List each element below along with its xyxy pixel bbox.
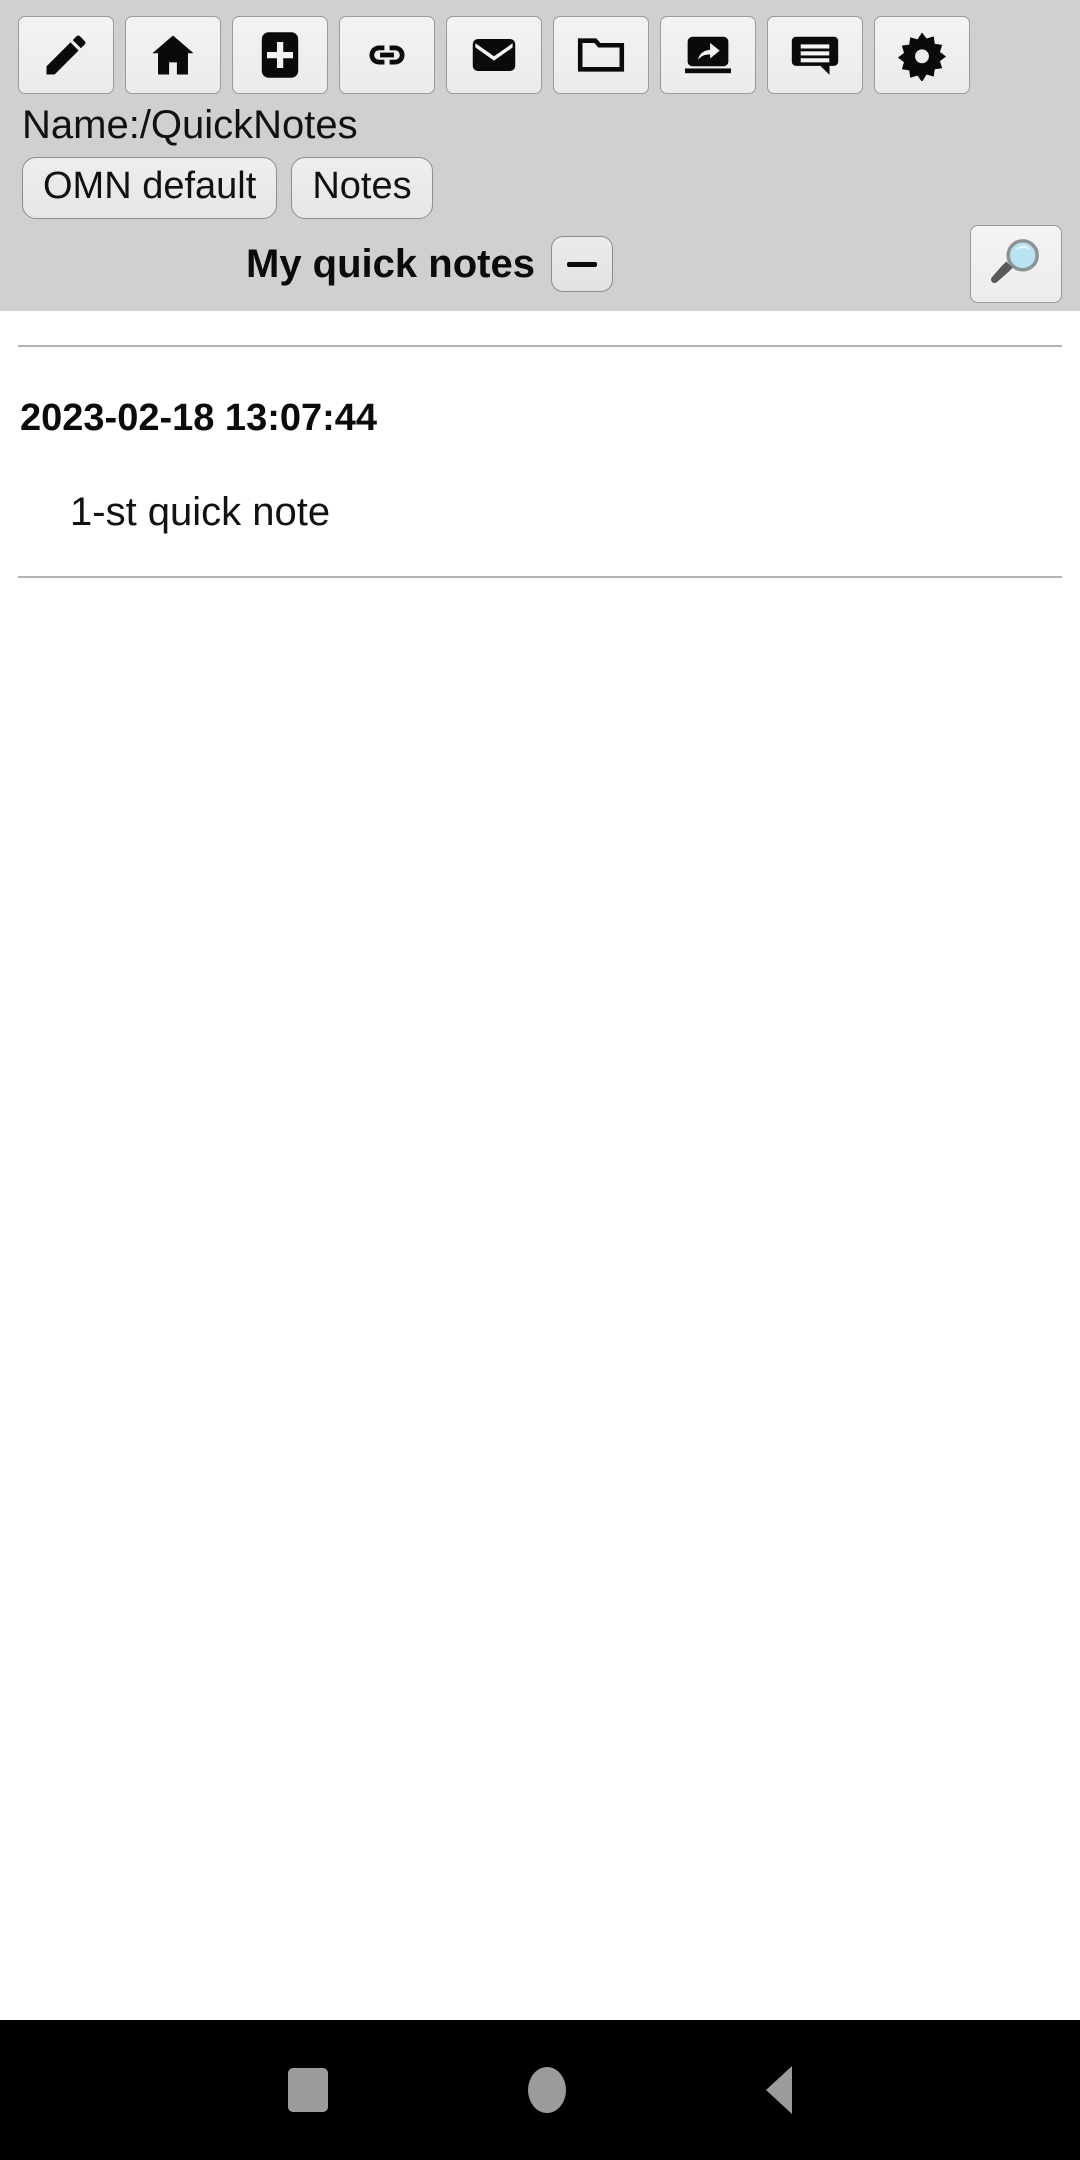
chip-notes[interactable]: Notes: [291, 157, 433, 220]
page-title: My quick notes: [246, 241, 535, 286]
edit-button[interactable]: [18, 16, 114, 94]
notes-list: 2023-02-18 13:07:44 1-st quick note: [0, 345, 1080, 579]
link-button[interactable]: [339, 16, 435, 94]
chat-button[interactable]: [767, 16, 863, 94]
chip-omn-default[interactable]: OMN default: [22, 157, 278, 220]
folder-button[interactable]: [553, 16, 649, 94]
folder-icon: [575, 29, 627, 81]
mail-icon: [468, 29, 520, 81]
share-screen-icon: [682, 29, 734, 81]
android-nav-bar: [0, 2020, 1080, 2160]
add-icon: [254, 29, 306, 81]
divider-bottom: [18, 576, 1062, 579]
back-triangle-icon[interactable]: [766, 2066, 792, 2114]
path-label: Name:/QuickNotes: [22, 103, 358, 147]
note-timestamp: 2023-02-18 13:07:44: [20, 397, 378, 440]
minus-icon: [566, 261, 597, 267]
home-icon: [147, 29, 199, 81]
collapse-button[interactable]: [550, 236, 613, 293]
edit-icon: [40, 29, 92, 81]
app-chrome: Name:/QuickNotes OMN default Notes My qu…: [0, 0, 1080, 312]
add-button[interactable]: [232, 16, 328, 94]
home-circle-icon[interactable]: [528, 2067, 566, 2113]
toolbar: [0, 0, 1080, 100]
link-icon: [361, 29, 413, 81]
section-header: My quick notes: [0, 219, 1080, 311]
home-button[interactable]: [125, 16, 221, 94]
search-button[interactable]: [970, 225, 1062, 304]
note-text[interactable]: 1-st quick note: [18, 440, 1062, 576]
chip-row: OMN default Notes: [0, 149, 1080, 220]
mail-button[interactable]: [446, 16, 542, 94]
section-title-group: My quick notes: [246, 236, 613, 293]
magnifier-icon: [987, 236, 1045, 293]
note-item[interactable]: 2023-02-18 13:07:44 1-st quick note: [18, 347, 1062, 576]
share-screen-button[interactable]: [660, 16, 756, 94]
recents-icon[interactable]: [288, 2068, 328, 2112]
gear-icon: [896, 29, 948, 81]
chat-icon: [789, 29, 841, 81]
settings-button[interactable]: [874, 16, 970, 94]
